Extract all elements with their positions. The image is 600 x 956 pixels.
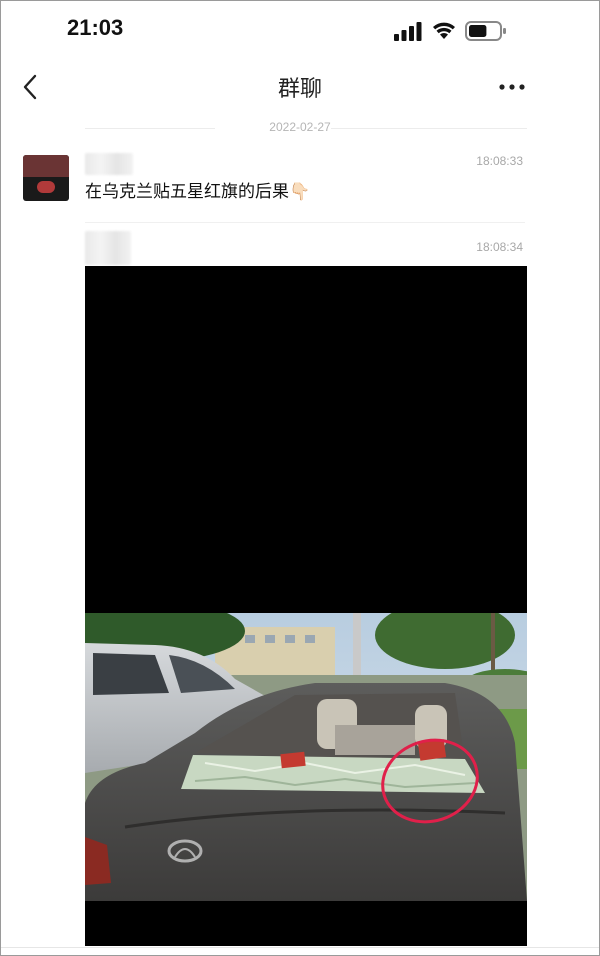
message-time: 18:08:34 <box>476 240 523 254</box>
sender-name-redacted <box>85 153 133 175</box>
video-frame-damaged-car <box>85 613 527 901</box>
nav-bar: 群聊 <box>1 61 599 113</box>
wifi-icon <box>433 22 455 39</box>
avatar[interactable] <box>23 155 69 201</box>
sender-name-redacted <box>85 231 131 265</box>
chat-screen: 21:03 群聊 2022-02-27 18:08:33 在乌克兰贴五星红旗的后… <box>0 0 600 956</box>
date-separator: 2022-02-27 <box>269 120 331 134</box>
date-separator-line-right <box>331 128 527 129</box>
battery-icon <box>465 21 506 41</box>
cellular-signal-icon <box>394 22 422 41</box>
status-time: 21:03 <box>67 15 124 40</box>
message-divider <box>85 222 525 223</box>
message-text[interactable]: 在乌克兰贴五星红旗的后果👇🏻 <box>85 177 310 202</box>
status-bar: 21:03 <box>1 1 599 61</box>
video-message[interactable] <box>85 266 527 946</box>
input-bar-divider <box>1 947 599 948</box>
ellipsis-icon[interactable] <box>497 77 527 97</box>
message-time: 18:08:33 <box>476 154 523 168</box>
